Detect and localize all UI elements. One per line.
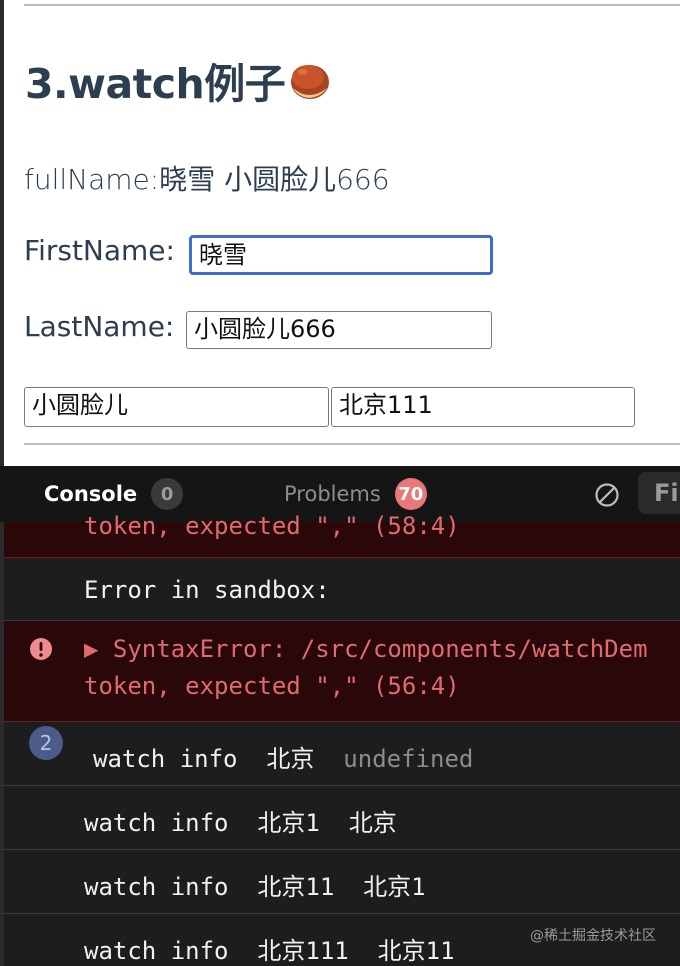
console-panel: Console 0 Problems 70 Fil token, expecte… [0,466,680,966]
repeat-count-badge: 2 [29,726,63,760]
log-text-main: watch info 北京 [93,745,344,773]
log-row: watch info 北京1 北京 [0,786,680,850]
first-name-label: FirstName: [24,234,175,267]
last-name-label: LastName: [24,310,175,343]
page-title-text: 3.watch例子 [25,60,286,108]
log-row-syntax-error[interactable]: ▶ SyntaxError: /src/components/watchDem … [0,621,680,722]
first-name-input[interactable]: 晓雪 [189,235,493,275]
demo-preview: 3.watch例子 fullName:晓雪 小圆脸儿666 FirstName:… [0,0,680,466]
page-title: 3.watch例子 [25,50,331,110]
problems-count-badge: 70 [394,478,427,510]
bottom-divider [24,443,680,445]
city-input[interactable]: 北京111 [331,387,635,427]
filter-button[interactable]: Fil [638,472,680,514]
log-text: watch info 北京11 北京1 [84,873,426,901]
last-name-input[interactable]: 小圆脸儿666 [186,311,492,349]
name-input[interactable]: 小圆脸儿 [24,387,329,427]
log-row: watch info 北京11 北京1 [0,850,680,914]
console-log: token, expected "," (58:4) Error in sand… [0,512,680,966]
log-text-undefined: undefined [343,745,474,773]
watermark-text: @稀土掘金技术社区 [530,928,656,944]
log-text: token, expected "," (58:4) [84,512,460,540]
console-count-badge: 0 [151,478,184,510]
full-name-text: fullName:晓雪 小圆脸儿666 [24,163,390,196]
log-text: ▶ SyntaxError: /src/components/watchDem [84,635,648,663]
log-text: token, expected "," (56:4) [84,672,460,700]
log-text: watch info 北京 undefined [93,739,473,774]
error-icon [30,638,52,660]
log-row-error: token, expected "," (58:4) [0,512,680,558]
log-text: watch info 北京1 北京 [84,809,397,837]
log-row: 2 watch info 北京 undefined [0,722,680,786]
top-divider [24,4,680,6]
log-text: watch info 北京111 北京11 [84,937,455,965]
log-text: Error in sandbox: [84,576,330,604]
tab-problems-label: Problems [284,482,381,506]
chestnut-icon [291,65,330,99]
log-row: Error in sandbox: [0,558,680,621]
clear-icon[interactable] [594,482,620,508]
tab-console-label: Console [44,482,138,506]
